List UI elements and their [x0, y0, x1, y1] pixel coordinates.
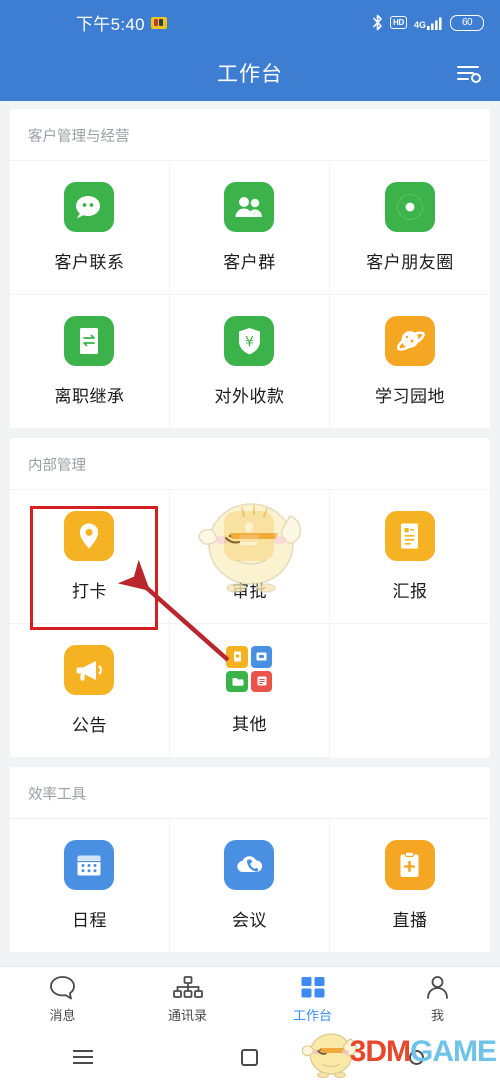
app-cell-customer-group[interactable]: 客户群 — [169, 161, 330, 295]
app-cell-customer-moments[interactable]: 客户朋友圈 — [329, 161, 490, 295]
svg-text:¥: ¥ — [245, 335, 254, 351]
app-label: 日程 — [71, 911, 107, 930]
app-label: 其他 — [231, 715, 267, 734]
app-grid: 打卡 审批 汇报 公告 其他 — [10, 490, 490, 758]
app-label: 客户群 — [223, 253, 276, 272]
app-label: 客户朋友圈 — [366, 253, 454, 272]
section-internal-management: 内部管理 打卡 审批 汇报 公告 其他 — [10, 438, 490, 758]
section-title: 效率工具 — [10, 767, 490, 819]
transfer-doc-icon — [64, 316, 115, 366]
bluetooth-icon — [372, 14, 383, 31]
app-cell-other[interactable]: 其他 — [169, 624, 330, 758]
back-circle-icon[interactable] — [387, 1039, 447, 1075]
app-grid: 客户联系 客户群 客户朋友圈 离职继承 ¥ 对外收款 学习园地 — [10, 161, 490, 429]
app-grid: 日程 会议 直播 — [10, 819, 490, 953]
tab-workbench[interactable]: 工作台 — [250, 974, 375, 1024]
group-people-icon — [224, 182, 275, 232]
android-navbar — [0, 1030, 500, 1084]
tile-red — [250, 670, 273, 692]
cloud-phone-icon — [224, 840, 275, 890]
app-label: 客户联系 — [54, 253, 125, 272]
message-bubble-icon — [49, 974, 76, 1000]
page-title: 工作台 — [217, 63, 283, 86]
camera-aperture-icon — [384, 182, 435, 232]
app-label: 离职继承 — [54, 387, 125, 406]
app-cell-live[interactable]: 直播 — [329, 819, 490, 953]
signal-icon — [427, 17, 442, 30]
planet-saturn-icon — [384, 316, 435, 366]
app-cell-learning-garden[interactable]: 学习园地 — [329, 295, 490, 429]
app-label: 公告 — [71, 716, 107, 735]
calendar-icon — [64, 840, 115, 890]
app-cell-schedule[interactable]: 日程 — [10, 819, 170, 953]
section-customer-management: 客户管理与经营 客户联系 客户群 客户朋友圈 离职继承 ¥ 对外收款 学习园地 — [10, 109, 490, 429]
stamp-icon — [224, 511, 275, 561]
workbench-content: 客户管理与经营 客户联系 客户群 客户朋友圈 离职继承 ¥ 对外收款 学习园地 … — [0, 101, 500, 986]
app-badge-icon — [150, 16, 167, 29]
location-pin-icon — [64, 511, 115, 561]
section-title: 内部管理 — [10, 438, 490, 490]
status-bar-left: 下午5:40 — [76, 10, 167, 35]
filter-settings-icon[interactable] — [452, 56, 486, 90]
4g-icon: 4G — [414, 16, 443, 30]
grid-squares-icon — [300, 974, 326, 1000]
tile-blue — [250, 646, 273, 668]
chat-bubble-icon — [64, 182, 115, 232]
shield-yuan-icon: ¥ — [224, 316, 275, 366]
bottom-tabbar: 消息 通讯录 工作台 我 — [0, 966, 500, 1030]
battery-icon: 60 — [450, 14, 484, 31]
megaphone-icon — [64, 645, 115, 695]
tab-messages[interactable]: 消息 — [0, 974, 125, 1024]
app-cell-checkin[interactable]: 打卡 — [10, 490, 170, 624]
app-cell-customer-contact[interactable]: 客户联系 — [10, 161, 170, 295]
app-cell-announcement[interactable]: 公告 — [10, 624, 170, 758]
app-label: 直播 — [392, 911, 428, 930]
hd-icon: HD — [390, 16, 407, 29]
menu-lines-icon[interactable] — [53, 1039, 113, 1075]
app-label: 会议 — [231, 911, 267, 930]
home-square-icon[interactable] — [220, 1039, 280, 1075]
app-cell-report[interactable]: 汇报 — [329, 490, 490, 624]
app-cell-resign-inherit[interactable]: 离职继承 — [10, 295, 170, 429]
app-label: 对外收款 — [214, 387, 285, 406]
tile-orange — [226, 646, 248, 668]
tab-label: 工作台 — [292, 1007, 332, 1023]
app-label: 审批 — [231, 582, 267, 601]
tab-profile[interactable]: 我 — [375, 974, 500, 1024]
app-label: 学习园地 — [374, 387, 445, 406]
person-icon — [425, 974, 450, 1000]
report-doc-icon — [384, 511, 435, 561]
section-title: 客户管理与经营 — [10, 109, 490, 161]
tile-green — [226, 670, 248, 692]
app-cell-external-payment[interactable]: ¥ 对外收款 — [169, 295, 330, 429]
section-efficiency-tools: 效率工具 日程 会议 直播 — [10, 767, 490, 953]
status-bar-time: 下午5:40 — [76, 15, 145, 34]
org-tree-icon — [172, 974, 204, 1000]
app-cell-approval[interactable]: 审批 — [169, 490, 330, 624]
tab-label: 通讯录 — [167, 1007, 207, 1023]
status-bar: 下午5:40 HD 4G 60 — [0, 0, 500, 45]
network-label: 4G — [413, 19, 426, 30]
app-header: 工作台 — [0, 45, 500, 101]
app-label: 汇报 — [392, 582, 428, 601]
app-tiles-icon — [226, 646, 273, 692]
clipboard-plus-icon — [384, 840, 435, 890]
tab-label: 我 — [430, 1007, 444, 1023]
app-cell-meeting[interactable]: 会议 — [169, 819, 330, 953]
tab-contacts[interactable]: 通讯录 — [125, 974, 250, 1024]
app-label: 打卡 — [71, 582, 107, 601]
status-bar-right: HD 4G 60 — [372, 14, 484, 31]
tab-label: 消息 — [49, 1007, 76, 1023]
